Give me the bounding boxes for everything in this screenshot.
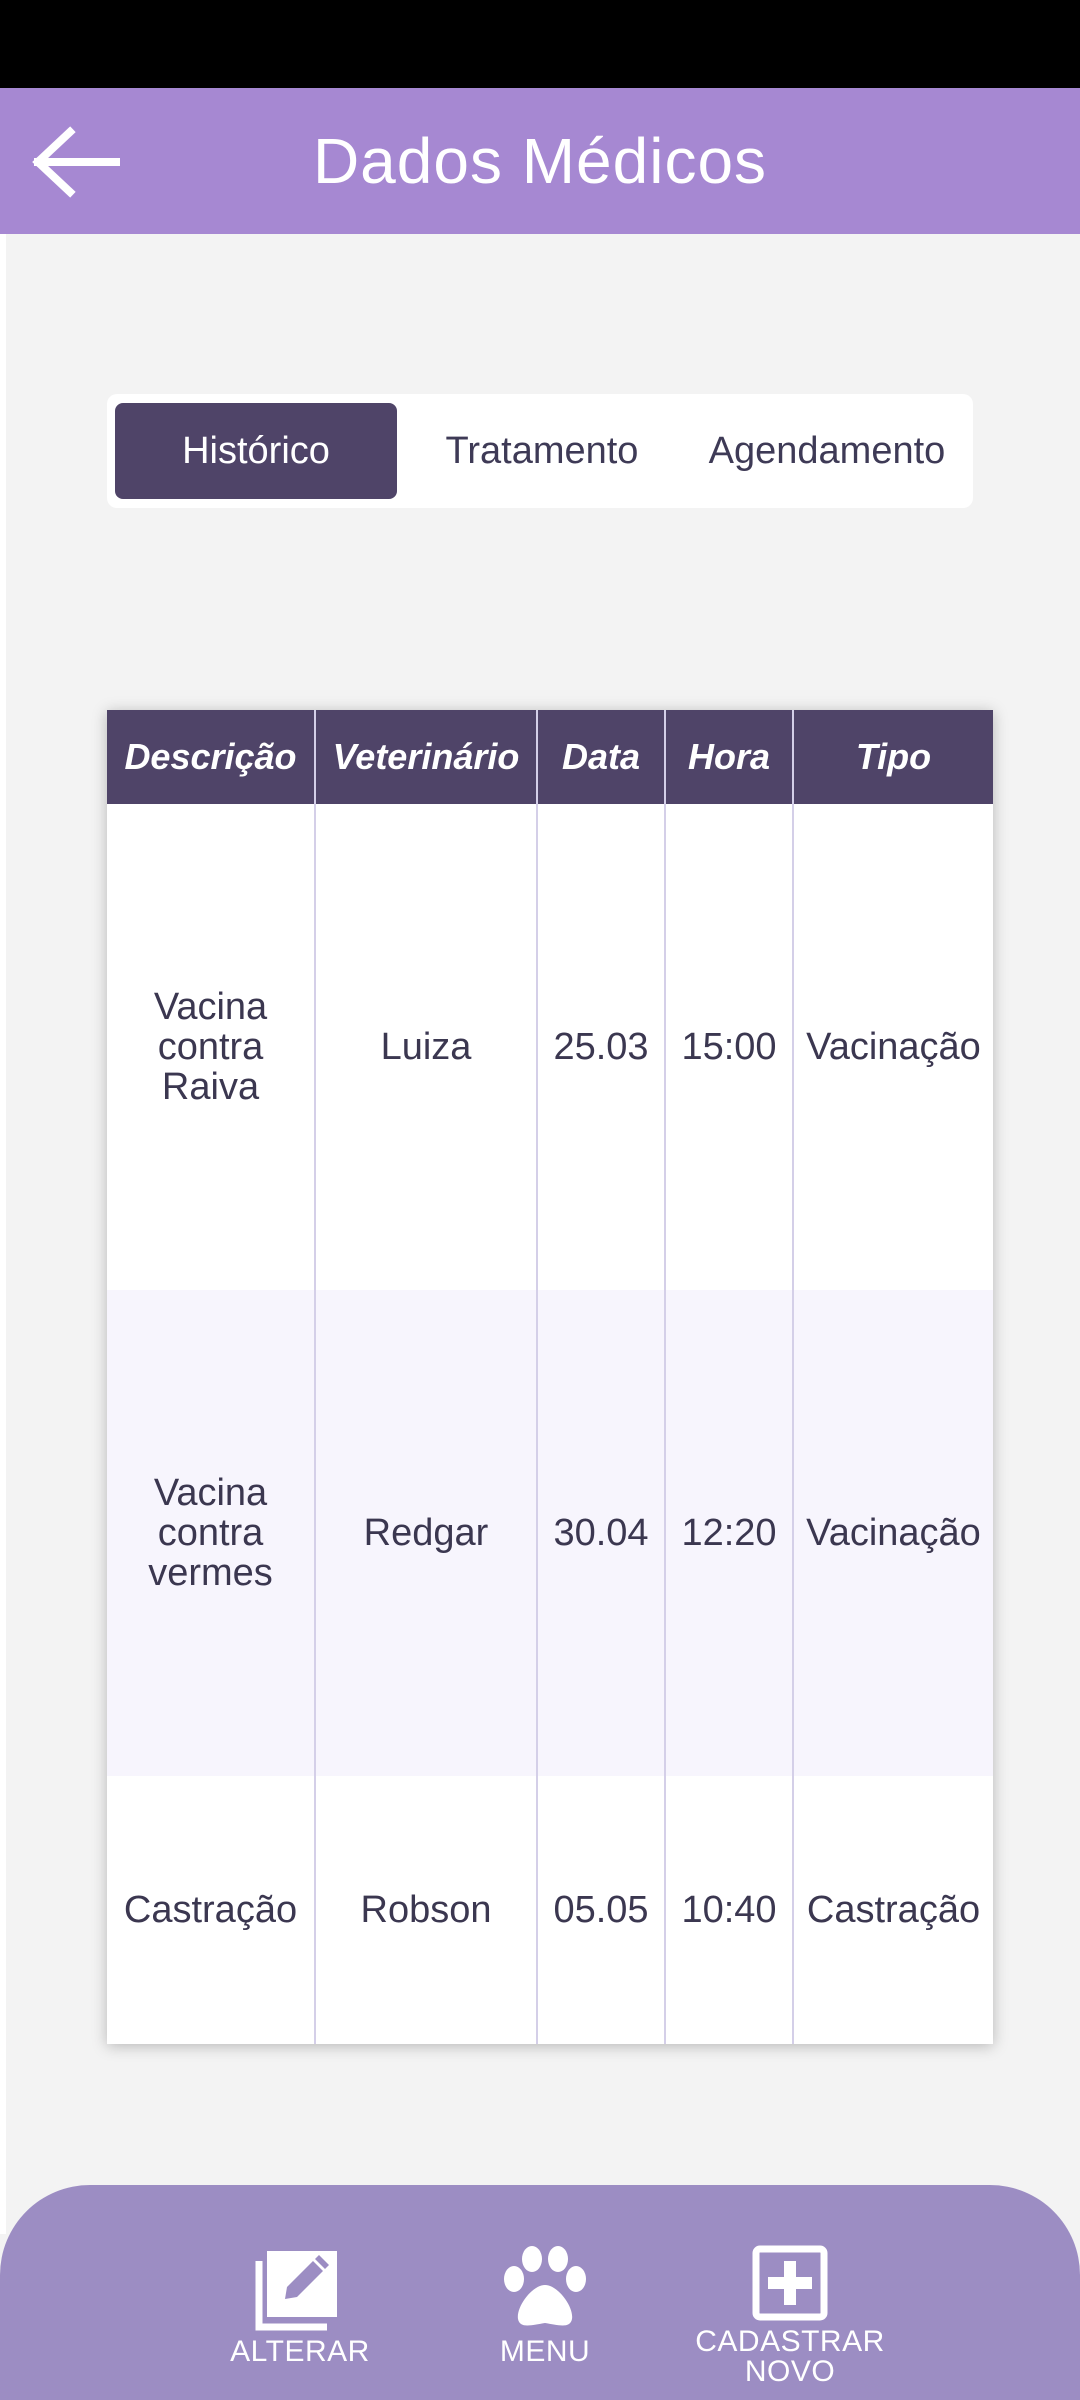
column-header-descricao: Descrição xyxy=(107,710,316,804)
back-button[interactable] xyxy=(30,126,126,198)
cell-descricao: Vacina contra Raiva xyxy=(107,804,316,1290)
edit-icon xyxy=(255,2251,337,2331)
menu-label: MENU xyxy=(499,2335,591,2368)
tab-agendamento[interactable]: Agendamento xyxy=(689,403,965,499)
table-row[interactable]: Castração Robson 05.05 10:40 Castração xyxy=(107,1776,993,2044)
cadastrar-novo-button[interactable]: CADASTRAR NOVO xyxy=(690,2245,890,2387)
column-header-tipo: Tipo xyxy=(793,710,993,804)
paw-icon xyxy=(504,2246,586,2326)
column-header-data: Data xyxy=(537,710,666,804)
menu-button[interactable]: MENU xyxy=(470,2245,620,2367)
cell-hora: 12:20 xyxy=(665,1290,794,1776)
cell-descricao: Vacina contra vermes xyxy=(107,1290,316,1776)
content-edge xyxy=(0,234,6,2234)
cell-veterinario: Redgar xyxy=(315,1290,538,1776)
cell-descricao: Castração xyxy=(107,1776,316,2044)
status-bar xyxy=(0,0,1080,88)
column-header-hora: Hora xyxy=(665,710,794,804)
alterar-label: ALTERAR xyxy=(230,2335,370,2368)
add-square-icon xyxy=(752,2245,828,2321)
cell-tipo: Castração xyxy=(793,1776,993,2044)
table-row[interactable]: Vacina contra vermes Redgar 30.04 12:20 … xyxy=(107,1290,993,1776)
cell-veterinario: Robson xyxy=(315,1776,538,2044)
cell-data: 05.05 xyxy=(537,1776,666,2044)
cadastrar-novo-label: CADASTRAR NOVO xyxy=(695,2325,885,2388)
bottom-navigation: ALTERAR MENU CADASTRAR NOVO xyxy=(0,2185,1080,2400)
cell-hora: 15:00 xyxy=(665,804,794,1290)
table-row[interactable]: Vacina contra Raiva Luiza 25.03 15:00 Va… xyxy=(107,804,993,1290)
cell-tipo: Vacinação xyxy=(793,1290,993,1776)
tab-tratamento[interactable]: Tratamento xyxy=(407,403,677,499)
segmented-control: Histórico Tratamento Agendamento xyxy=(107,394,973,508)
cell-data: 25.03 xyxy=(537,804,666,1290)
arrow-left-icon xyxy=(32,126,120,198)
cell-tipo: Vacinação xyxy=(793,804,993,1290)
page-title: Dados Médicos xyxy=(312,125,768,197)
cell-data: 30.04 xyxy=(537,1290,666,1776)
tab-historico[interactable]: Histórico xyxy=(115,403,397,499)
medical-history-table: Descrição Veterinário Data Hora Tipo Vac… xyxy=(107,710,993,2044)
table-header-row: Descrição Veterinário Data Hora Tipo xyxy=(107,710,993,804)
cell-veterinario: Luiza xyxy=(315,804,538,1290)
alterar-button[interactable]: ALTERAR xyxy=(220,2245,380,2367)
column-header-veterinario: Veterinário xyxy=(315,710,538,804)
cell-hora: 10:40 xyxy=(665,1776,794,2044)
app-bar: Dados Médicos xyxy=(0,88,1080,234)
